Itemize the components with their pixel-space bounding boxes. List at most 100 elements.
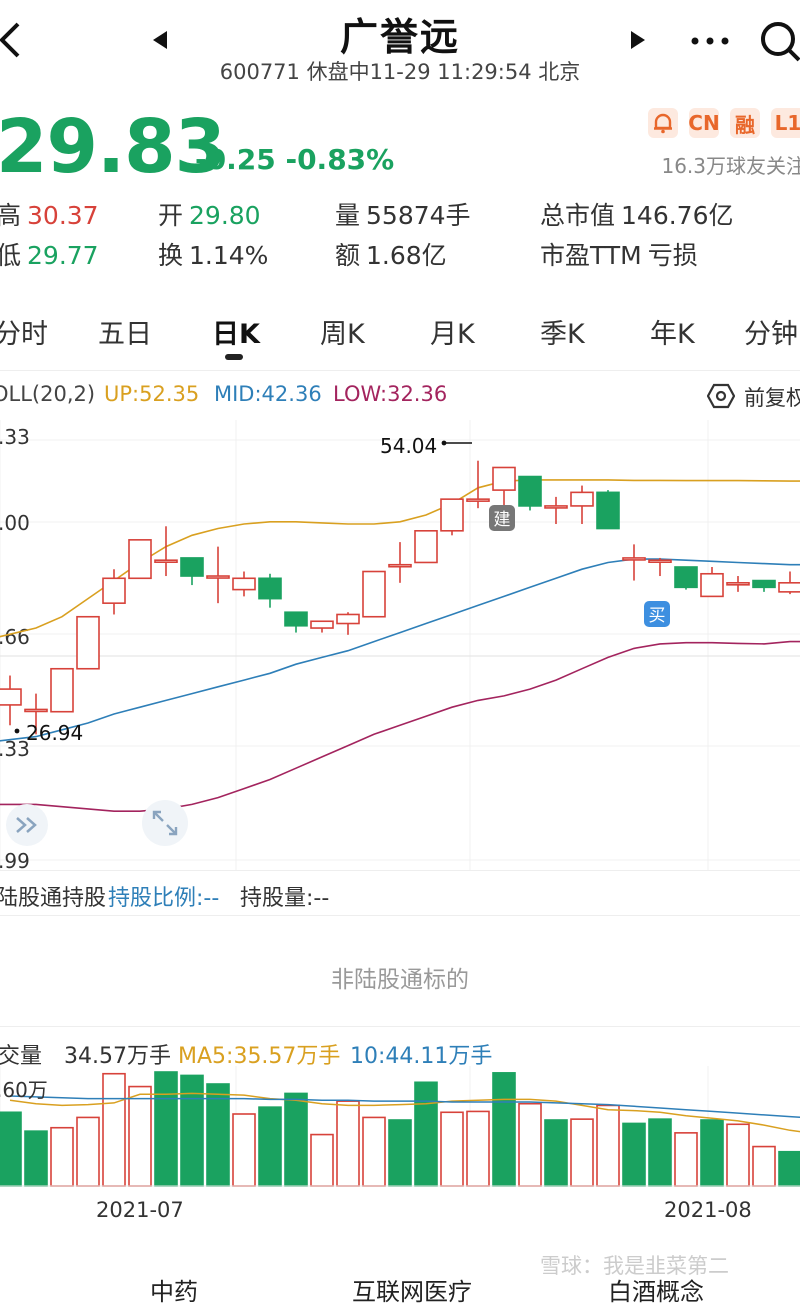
volume-bar — [726, 1123, 750, 1187]
hexagon-settings-icon — [707, 383, 735, 409]
stat-label: 高 — [0, 201, 22, 230]
volume-bar — [0, 1111, 22, 1187]
volume-bar — [622, 1122, 646, 1187]
stat-item: 开 29.80 — [158, 196, 261, 232]
tab-7[interactable]: 分钟 — [744, 312, 798, 351]
tab-2[interactable]: 日K — [212, 312, 260, 351]
price-change: -0.25 -0.83% — [195, 143, 395, 176]
candle-body — [518, 475, 542, 507]
quote-stats: 高 30.37 开 29.80 量 55874手 总市值 146.76亿低 29.77 换 1.14… — [0, 196, 800, 276]
stat-item: 额 1.68亿 — [335, 236, 447, 272]
volume-bar — [284, 1092, 308, 1187]
more-button[interactable] — [688, 26, 732, 56]
stat-value: 亏损 — [647, 241, 698, 270]
divider — [0, 870, 800, 871]
hk-ratio: 持股比例:-- — [108, 886, 220, 911]
candle-body — [232, 577, 256, 591]
search-icon — [761, 22, 800, 62]
boll-up: UP:52.35 — [104, 382, 200, 406]
build-marker: 建 — [494, 510, 511, 530]
candle-body — [544, 505, 568, 509]
hk-qty: 持股量:-- — [240, 886, 330, 911]
candle-body — [622, 557, 646, 561]
hk-title: 陆股通持股 — [0, 886, 107, 911]
candle-body — [648, 559, 672, 564]
stat-item: 量 55874手 — [335, 196, 471, 232]
tab-1[interactable]: 五日 — [98, 312, 152, 351]
expand-arrows-icon — [152, 810, 178, 836]
stat-value: 55874手 — [366, 201, 471, 230]
volume-bar — [700, 1119, 724, 1187]
candle-body — [76, 615, 100, 670]
fast-forward-button[interactable] — [6, 804, 48, 846]
volume-bar — [492, 1072, 516, 1187]
search-button[interactable] — [758, 18, 800, 64]
tab-0[interactable]: 分时 — [0, 312, 48, 351]
boll-mid: MID:42.36 — [214, 382, 322, 406]
candle-body — [362, 570, 386, 618]
margin-badge[interactable]: 融 — [730, 108, 760, 138]
stat-value: 146.76亿 — [621, 201, 734, 230]
l1-badge[interactable]: L1 — [771, 108, 800, 138]
stock-status: 600771 休盘中11-29 11:29:54 北京 — [219, 60, 581, 84]
alert-button[interactable] — [648, 108, 678, 138]
adjust-settings-button[interactable] — [706, 382, 736, 410]
stat-value: 1.68亿 — [366, 241, 447, 270]
max-price-dot — [441, 440, 447, 446]
volume-bar — [674, 1132, 698, 1187]
kline-chart[interactable]: .33.00.66.33.9954.0426.94建买 — [0, 420, 800, 870]
candle-body — [388, 563, 412, 568]
expand-chart-button[interactable] — [142, 800, 188, 846]
tab-5[interactable]: 季K — [540, 312, 585, 351]
candle-body — [778, 582, 800, 593]
candle-body — [700, 572, 724, 598]
volume-bar — [336, 1100, 360, 1187]
x-axis-label-jul: 2021-07 — [96, 1198, 184, 1222]
volume-bar — [752, 1145, 776, 1187]
volume-chart[interactable] — [0, 1066, 800, 1188]
volume-bar — [518, 1102, 542, 1187]
candle-body — [726, 582, 750, 586]
min-price-label: 26.94 — [26, 721, 83, 745]
followers-count: 16.3万球友关注 — [661, 154, 800, 178]
stat-value: 29.80 — [189, 201, 261, 230]
stat-label: 总市值 — [540, 201, 616, 230]
stat-item: 低 29.77 — [0, 236, 99, 272]
next-stock-button[interactable] — [626, 28, 650, 52]
candle-body — [336, 613, 360, 625]
stat-label: 额 — [335, 241, 361, 270]
stat-label: 换 — [158, 241, 184, 270]
candle-body — [102, 577, 126, 604]
volume-bar — [154, 1071, 178, 1187]
candle-body — [206, 575, 230, 579]
y-axis-label: .33 — [0, 425, 30, 449]
volume-bar — [466, 1110, 490, 1187]
stat-label: 量 — [335, 201, 361, 230]
stock-name: 广誉远 — [339, 15, 460, 59]
concept-tag-3[interactable]: 白酒概念 — [608, 1272, 704, 1307]
volume-bar — [50, 1126, 74, 1187]
volume-bar — [232, 1113, 256, 1187]
volume-bar — [310, 1133, 334, 1187]
buy-marker: 买 — [649, 606, 666, 626]
candle-body — [596, 491, 620, 530]
divider — [0, 370, 800, 371]
adjust-mode[interactable]: 前复权 — [744, 382, 800, 412]
tab-4[interactable]: 月K — [430, 312, 475, 351]
candle-body — [180, 557, 204, 577]
bell-icon — [654, 113, 672, 134]
boll-low: LOW:32.36 — [333, 382, 448, 406]
stat-label: 开 — [158, 201, 184, 230]
stat-label: 市盈TTM — [540, 241, 642, 270]
tab-3[interactable]: 周K — [320, 312, 365, 351]
volume-bar — [258, 1106, 282, 1187]
concept-tag-2[interactable]: 互联网医疗 — [352, 1272, 472, 1307]
tab-6[interactable]: 年K — [650, 312, 695, 351]
stat-value: 29.77 — [27, 241, 99, 270]
volume-bar — [440, 1111, 464, 1187]
candle-body — [258, 577, 282, 600]
x-axis-label-aug: 2021-08 — [664, 1198, 752, 1222]
cn-badge[interactable]: CN — [688, 108, 720, 138]
concept-tag-1[interactable]: 中药 — [150, 1272, 198, 1307]
candle-body — [440, 498, 464, 532]
